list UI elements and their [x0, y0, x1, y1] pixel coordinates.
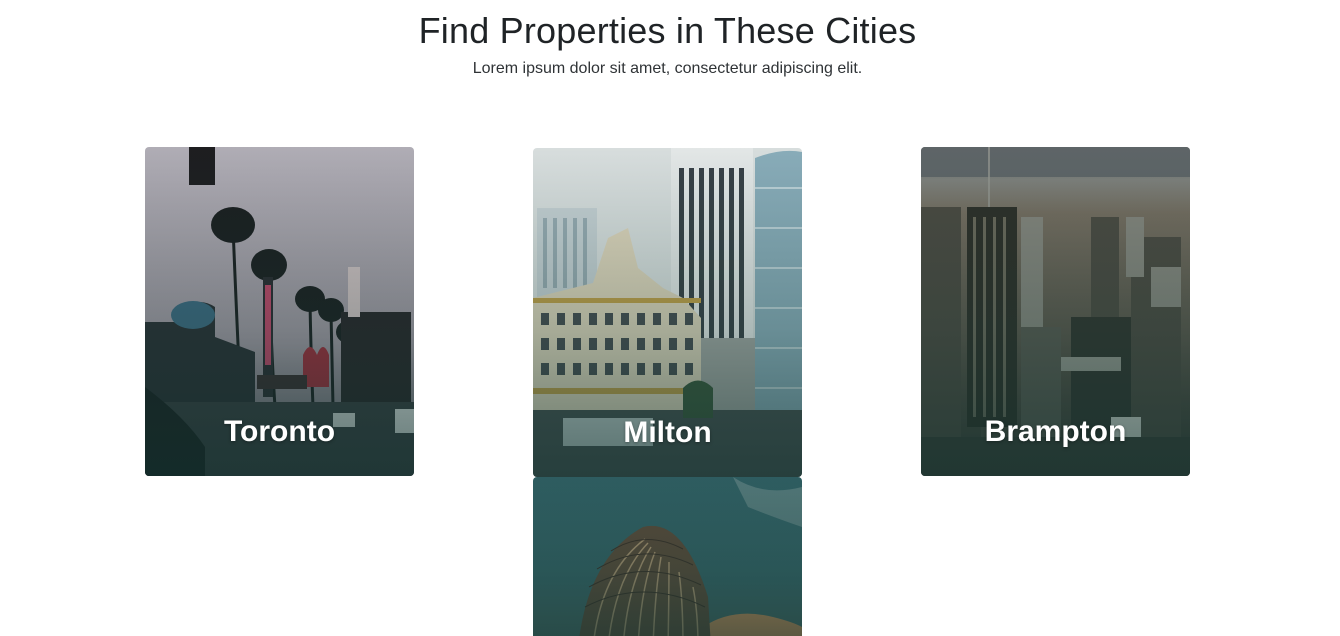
city-card-milton[interactable]: Milton	[533, 148, 802, 477]
city-name-toronto: Toronto	[223, 415, 336, 448]
city-name-milton: Milton	[623, 416, 712, 449]
section-subtitle: Lorem ipsum dolor sit amet, consectetur …	[472, 60, 863, 77]
city-card-toronto[interactable]: Toronto	[145, 147, 414, 476]
cities-section: Find Properties in These Cities Lorem ip…	[0, 0, 1340, 636]
section-title: Find Properties in These Cities	[418, 10, 917, 51]
city-card-fourth[interactable]	[533, 477, 802, 636]
city-name-brampton: Brampton	[984, 415, 1127, 448]
city-card-brampton[interactable]: Brampton	[921, 147, 1190, 476]
card-overlay	[533, 477, 802, 636]
